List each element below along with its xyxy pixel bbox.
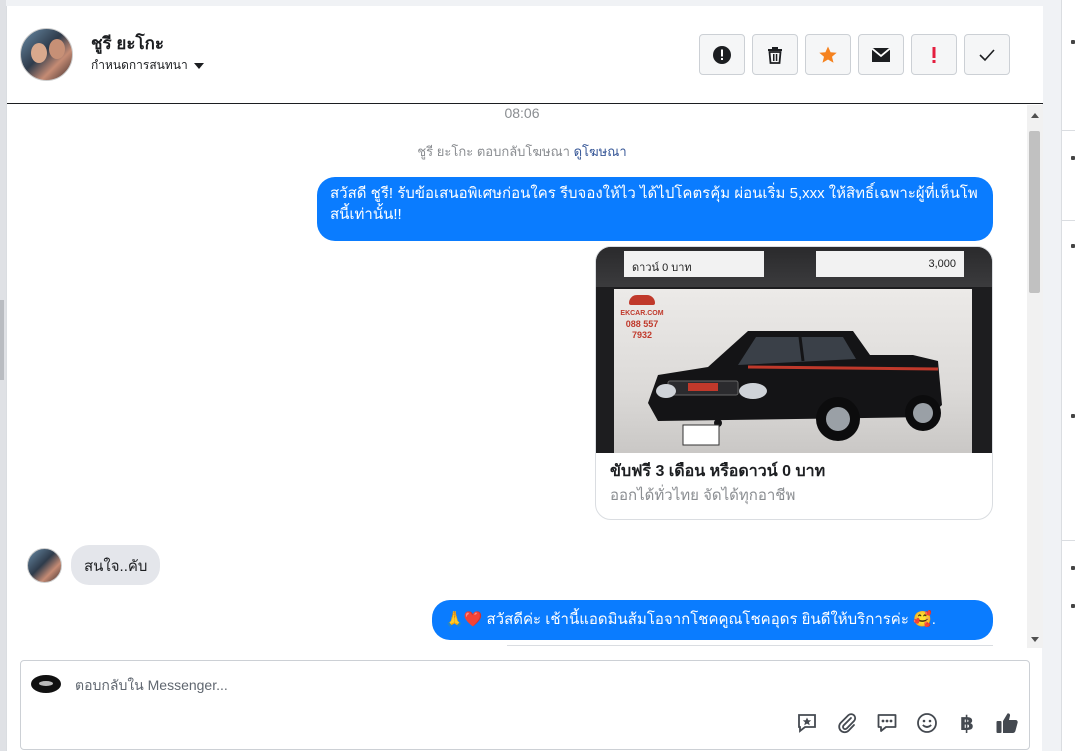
outgoing-message[interactable]: 🙏❤️ สวัสดีค่ะ เช้านี้แอดมินส้มโอจากโชคคู…: [432, 600, 993, 640]
partial-attachment: [507, 645, 993, 648]
alert-circle-icon: [713, 45, 731, 64]
composer-tools: ฿: [795, 711, 1019, 735]
chat-bubble-icon: [877, 714, 897, 732]
scroll-down-icon[interactable]: [1031, 637, 1039, 642]
ad-tag-left: ดาวน์ 0 บาท: [624, 251, 764, 277]
ad-image: ดาวน์ 0 บาท 3,000 EKCAR.COM 088 557 7932: [596, 247, 992, 453]
thread-scrollbar[interactable]: [1027, 105, 1043, 648]
exclamation-icon: [932, 46, 936, 63]
contact-avatar-small[interactable]: [27, 548, 62, 583]
ad-card[interactable]: ดาวน์ 0 บาท 3,000 EKCAR.COM 088 557 7932: [595, 246, 993, 520]
contact-avatar[interactable]: [20, 28, 73, 81]
conversation-actions: [699, 34, 1010, 75]
sidebar-card: [1061, 0, 1075, 751]
follow-up-button[interactable]: [911, 34, 957, 75]
contact-name[interactable]: ชูรี ยะโกะ: [91, 30, 164, 57]
quick-reply-button[interactable]: [875, 711, 899, 735]
view-ad-link[interactable]: ดูโฆษณา: [574, 144, 627, 159]
like-button[interactable]: [995, 711, 1019, 735]
scroll-up-icon[interactable]: [1031, 113, 1039, 118]
done-button[interactable]: [964, 34, 1010, 75]
payment-button[interactable]: ฿: [955, 711, 979, 735]
delete-button[interactable]: [752, 34, 798, 75]
message-thread[interactable]: 08:06 ชูรี ยะโกะ ตอบกลับโฆษณา ดูโฆษณา สว…: [7, 105, 1043, 648]
emoji-button[interactable]: [915, 711, 939, 735]
star-button[interactable]: [805, 34, 851, 75]
outgoing-message[interactable]: สวัสดี ชูรี! รับข้อเสนอพิเศษก่อนใคร รีบจ…: [317, 177, 993, 241]
spam-button[interactable]: [699, 34, 745, 75]
mark-unread-button[interactable]: [858, 34, 904, 75]
baht-icon: ฿: [960, 712, 974, 735]
saved-reply-icon: [798, 714, 816, 733]
reply-input[interactable]: [75, 675, 675, 695]
caret-down-icon: [193, 63, 204, 69]
right-sidebar-edge: [1043, 0, 1075, 751]
ad-tag-right: 3,000: [816, 251, 964, 277]
ad-reply-text: ชูรี ยะโกะ ตอบกลับโฆษณา: [417, 144, 570, 159]
ad-subtitle: ออกได้ทั่วไทย จัดได้ทุกอาชีพ: [610, 487, 796, 504]
star-icon: [819, 46, 837, 63]
reply-composer: ฿: [20, 660, 1030, 750]
page-avatar-icon: [31, 675, 61, 693]
scroll-thumb[interactable]: [1029, 131, 1040, 293]
attach-button[interactable]: [835, 711, 859, 735]
incoming-message[interactable]: สนใจ..คับ: [71, 545, 161, 585]
thumbs-up-icon: [996, 713, 1018, 733]
assign-label: กำหนดการสนทนา: [91, 58, 188, 72]
ad-title: ขับฟรี 3 เดือน หรือดาวน์ 0 บาท: [610, 463, 826, 480]
ad-reply-note: ชูรี ยะโกะ ตอบกลับโฆษณา ดูโฆษณา: [7, 141, 1037, 162]
saved-reply-button[interactable]: [795, 711, 819, 735]
message-timestamp: 08:06: [504, 105, 540, 121]
paperclip-icon: [838, 713, 857, 734]
trash-icon: [768, 46, 782, 64]
smiley-icon: [917, 713, 937, 733]
conversation-header: ชูรี ยะโกะ กำหนดการสนทนา: [7, 6, 1043, 104]
pickup-truck-image: [648, 331, 942, 446]
assign-conversation-dropdown[interactable]: กำหนดการสนทนา: [91, 56, 204, 75]
resize-grip[interactable]: [0, 300, 4, 380]
check-icon: [979, 48, 995, 61]
conversation-panel: ชูรี ยะโกะ กำหนดการสนทนา 08:06 ชูรี ยะโก…: [6, 6, 1043, 751]
envelope-icon: [871, 47, 891, 62]
